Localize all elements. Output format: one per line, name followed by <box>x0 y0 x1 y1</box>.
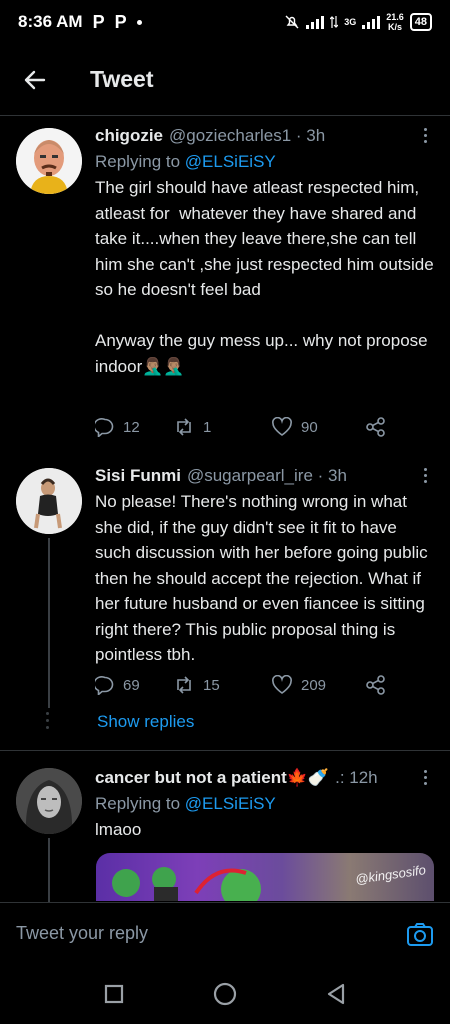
mute-icon <box>285 15 299 29</box>
avatar[interactable] <box>16 468 82 534</box>
author-name[interactable]: cancer but not a patient🍁🍼 <box>95 768 329 788</box>
reply-composer[interactable]: Tweet your reply <box>0 902 450 964</box>
reply-button[interactable]: 12 <box>95 417 173 437</box>
back-triangle-icon[interactable] <box>325 982 347 1006</box>
mention-link[interactable]: @ELSiEiSY <box>185 152 276 171</box>
tweet-text: lmaoo <box>95 820 142 839</box>
system-nav-bar <box>0 964 450 1024</box>
more-vertical-icon[interactable] <box>424 770 430 788</box>
status-bar: 8:36 AM P P 3G 21.6 K/s 48 <box>0 0 450 44</box>
share-icon <box>366 417 385 437</box>
signal-icon <box>362 15 381 29</box>
status-time: 8:36 AM <box>18 12 83 31</box>
top-app-bar: Tweet <box>0 44 450 116</box>
author-handle: @goziecharles1 · 3h <box>169 126 326 145</box>
tweet-text: The girl should have atleast respected h… <box>95 178 434 376</box>
more-vertical-icon[interactable] <box>424 128 430 146</box>
like-button[interactable]: 90 <box>271 417 365 437</box>
heart-icon <box>272 417 292 436</box>
tweet-text: No please! There's nothing wrong in what… <box>95 492 433 664</box>
reply-icon <box>95 676 114 695</box>
retweet-icon <box>177 676 191 694</box>
app-notification-icon: P <box>114 11 127 32</box>
battery-icon: 48 <box>409 13 432 31</box>
reply-input[interactable]: Tweet your reply <box>16 923 406 944</box>
retweet-count: 1 <box>203 418 212 436</box>
replying-to: Replying to @ELSiEiSY <box>95 152 276 171</box>
share-icon <box>366 675 385 695</box>
retweet-count: 15 <box>203 676 220 694</box>
reply-icon <box>95 418 114 437</box>
reply-tweet[interactable]: Sisi Funmi @sugarpearl_ire · 3h No pleas… <box>0 456 450 746</box>
reply-count: 12 <box>123 418 140 436</box>
page-title: Tweet <box>90 66 154 92</box>
like-count: 209 <box>301 676 327 694</box>
heart-icon <box>272 675 292 694</box>
avatar[interactable] <box>16 768 82 834</box>
home-circle-icon[interactable] <box>212 981 238 1007</box>
mention-link[interactable]: @ELSiEiSY <box>185 794 276 813</box>
divider <box>0 750 450 751</box>
reply-button[interactable]: 69 <box>95 675 173 695</box>
like-count: 90 <box>301 418 318 436</box>
avatar[interactable] <box>16 128 82 194</box>
share-button[interactable] <box>365 416 387 438</box>
more-vertical-icon[interactable] <box>424 468 430 486</box>
retweet-button[interactable]: 15 <box>173 675 271 695</box>
recents-square-icon[interactable] <box>103 983 125 1005</box>
like-button[interactable]: 209 <box>271 675 365 695</box>
arrow-left-icon <box>24 70 46 89</box>
show-replies-link[interactable]: Show replies <box>97 712 194 732</box>
share-button[interactable] <box>365 674 387 696</box>
data-arrows-icon <box>330 16 339 28</box>
author-handle: @sugarpearl_ire · 3h <box>186 466 347 485</box>
reply-tweet[interactable]: chigozie @goziecharles1 · 3h Replying to… <box>0 116 450 456</box>
author-name[interactable]: chigozie <box>95 126 163 146</box>
retweet-icon <box>177 418 191 436</box>
replying-to: Replying to @ELSiEiSY <box>95 794 276 813</box>
reply-count: 69 <box>123 676 140 694</box>
back-button[interactable] <box>0 44 70 116</box>
network-type: 3G <box>344 17 357 27</box>
tweet-media-image[interactable]: @kingsosifo <box>96 853 434 901</box>
app-notification-icon: P <box>92 11 105 32</box>
camera-icon[interactable] <box>406 921 434 947</box>
notification-dot-icon <box>136 19 142 25</box>
author-name[interactable]: Sisi Funmi <box>95 466 181 486</box>
signal-icon <box>306 15 325 29</box>
author-handle: .: 12h <box>335 768 378 787</box>
network-speed: 21.6 K/s <box>386 12 404 32</box>
retweet-button[interactable]: 1 <box>173 417 271 437</box>
